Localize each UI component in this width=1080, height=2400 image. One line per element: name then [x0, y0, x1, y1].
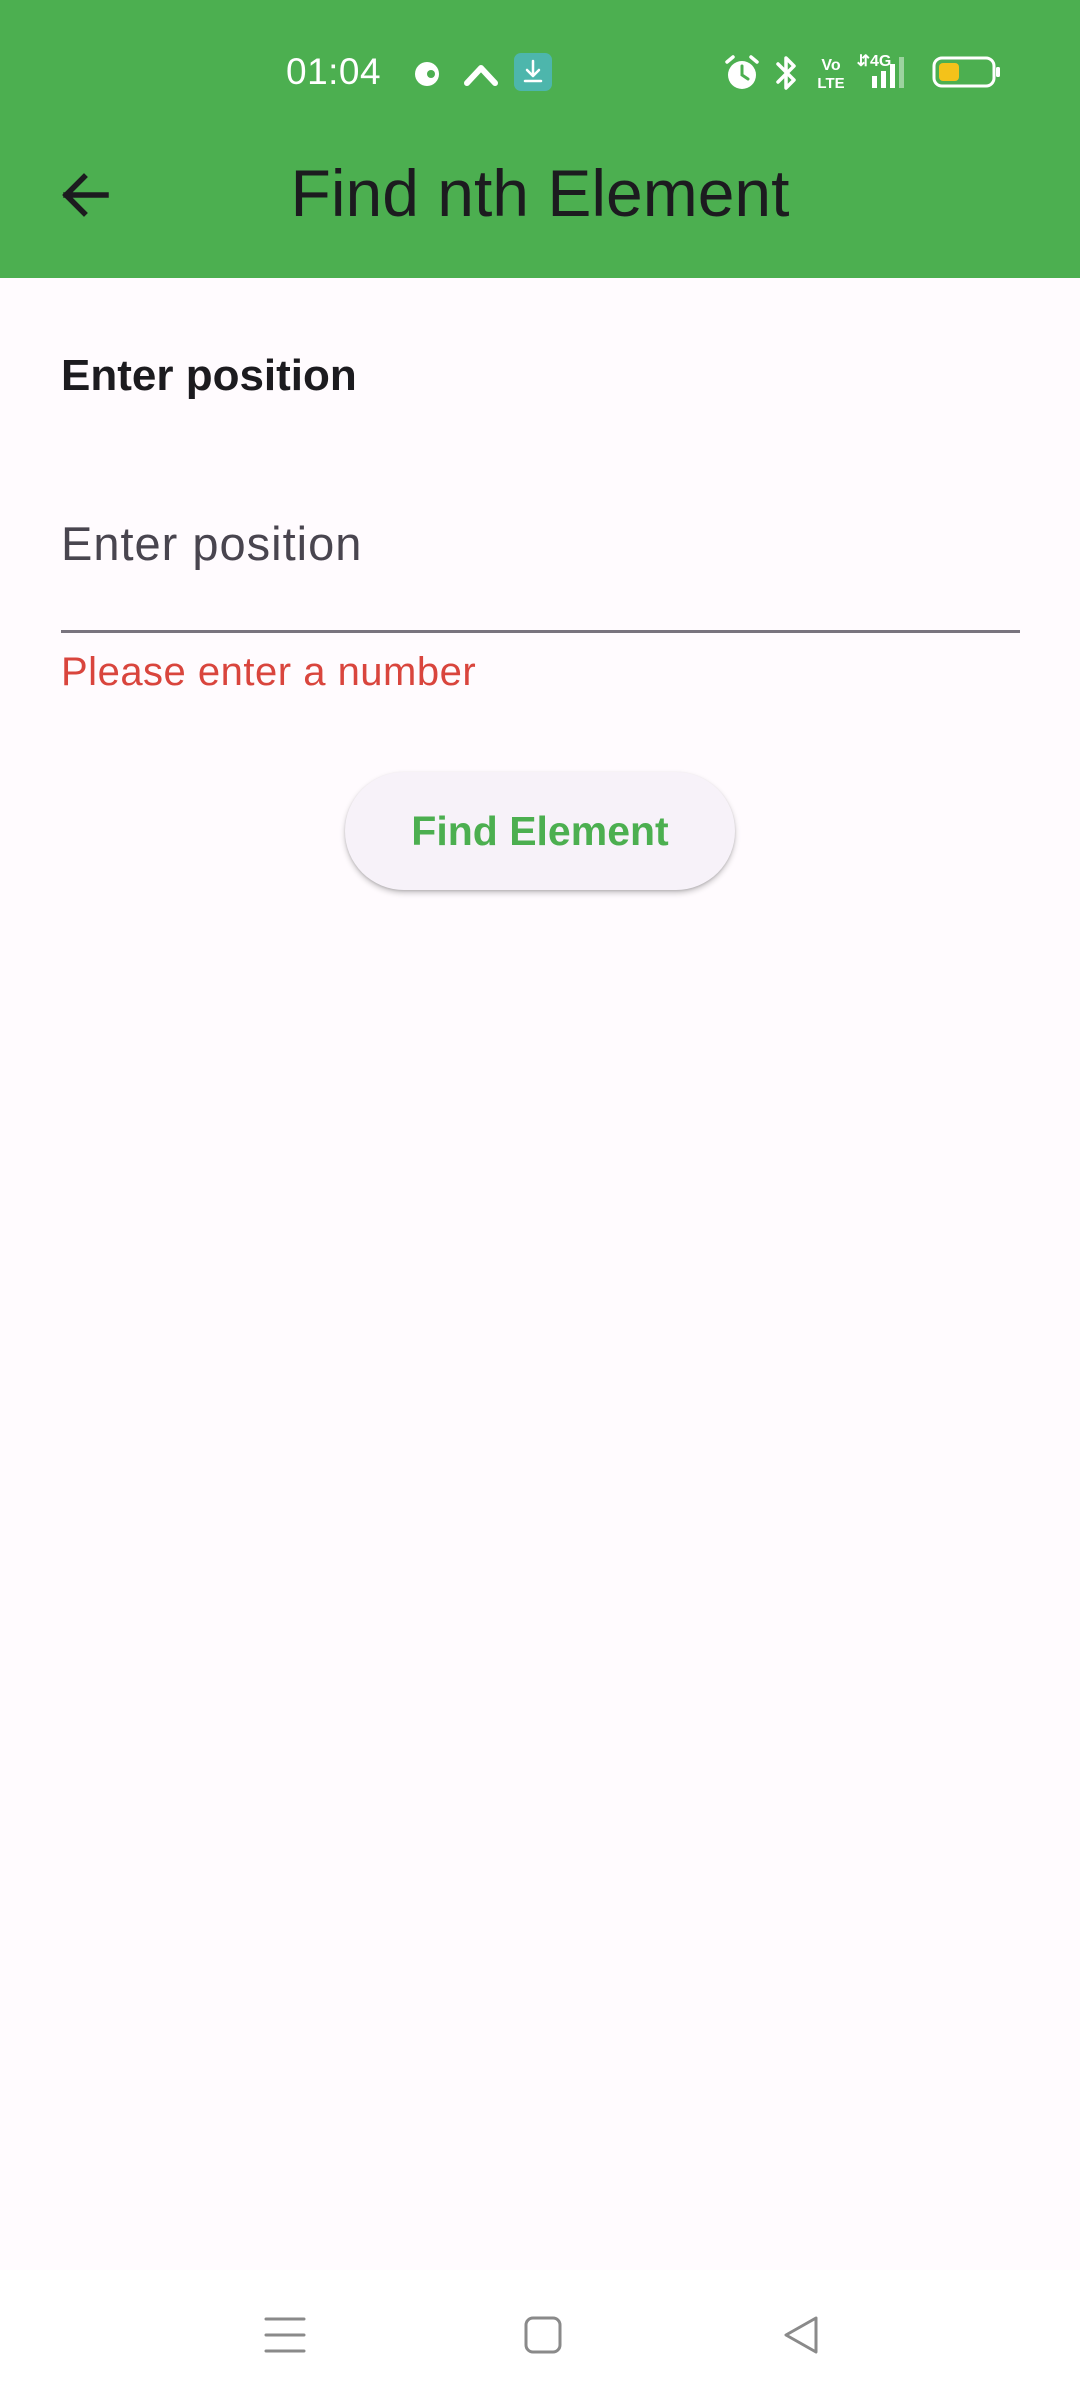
home-button[interactable]	[498, 2290, 588, 2380]
signal-4g-icon: ⇵4G	[857, 53, 904, 88]
alarm-icon	[725, 55, 759, 89]
position-input[interactable]: Enter position	[61, 486, 1020, 633]
system-nav-bar	[0, 2270, 1080, 2400]
svg-text:LTE: LTE	[818, 75, 844, 92]
status-bar: 01:04 Vo LTE ⇵4G	[0, 0, 1080, 140]
svg-text:⇵4G: ⇵4G	[857, 53, 892, 70]
back-nav-button[interactable]	[756, 2290, 846, 2380]
find-element-button[interactable]: Find Element	[345, 772, 735, 890]
home-square-icon	[524, 2316, 562, 2354]
svg-text:Vo: Vo	[821, 57, 840, 74]
position-input-placeholder: Enter position	[61, 517, 363, 570]
section-label: Enter position	[61, 351, 357, 400]
app-bar: 01:04 Vo LTE ⇵4G Find nth Element	[0, 0, 1080, 278]
error-message: Please enter a number	[61, 650, 477, 694]
recent-apps-button[interactable]	[240, 2290, 330, 2380]
bluetooth-icon	[776, 56, 796, 90]
status-time: 01:04	[286, 51, 382, 92]
battery-icon	[932, 56, 1000, 88]
data-saver-icon	[415, 62, 439, 86]
chevron-up-icon	[464, 65, 498, 86]
download-icon	[514, 53, 552, 91]
page-title: Find nth Element	[290, 156, 790, 230]
menu-icon	[264, 2317, 306, 2353]
volte-icon: Vo LTE	[818, 57, 844, 92]
back-triangle-icon	[784, 2316, 818, 2354]
